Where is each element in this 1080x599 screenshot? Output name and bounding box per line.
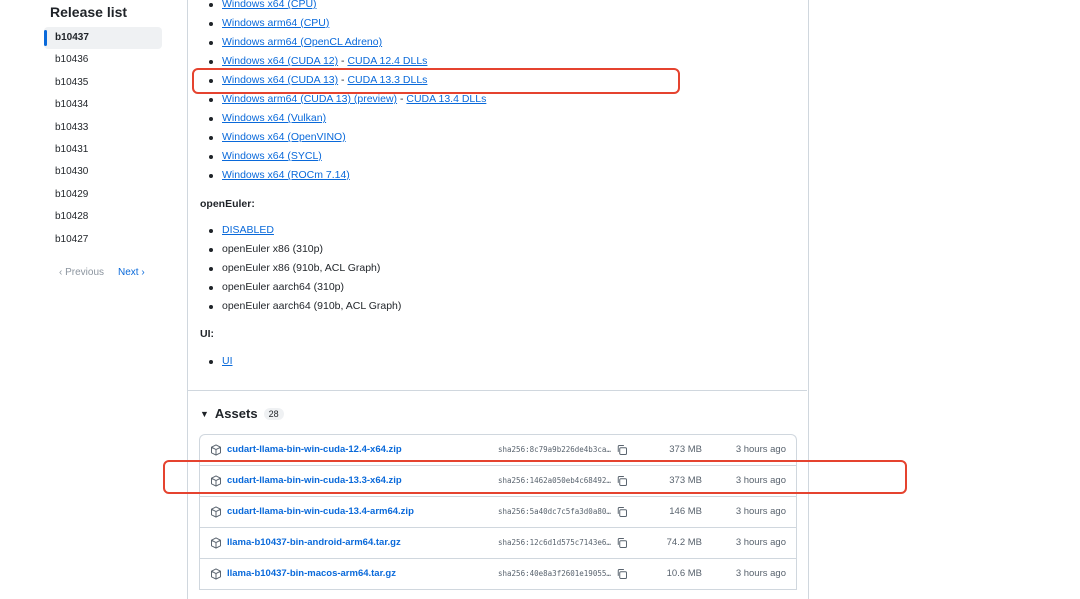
table-row: cudart-llama-bin-win-cuda-12.4-x64.zip sh…	[200, 435, 796, 466]
asset-download-link[interactable]: llama-b10437-bin-macos-arm64.tar.gz	[227, 568, 396, 579]
list-item: Windows x64 (OpenVINO)	[209, 128, 486, 147]
dll-link[interactable]: CUDA 12.4 DLLs	[347, 55, 427, 67]
asset-size: 146 MB	[669, 506, 702, 517]
asset-timestamp: 3 hours ago	[735, 506, 786, 517]
asset-timestamp: 3 hours ago	[735, 444, 786, 455]
download-link[interactable]: Windows x64 (CUDA 12)	[222, 55, 338, 67]
list-item: UI	[209, 352, 233, 371]
list-item: Windows x64 (CPU)	[209, 0, 486, 14]
download-link[interactable]: Windows x64 (SYCL)	[222, 150, 322, 162]
asset-size: 10.6 MB	[666, 568, 702, 579]
copy-icon[interactable]	[616, 568, 628, 580]
windows-downloads-list: Windows x64 (CPU) Windows arm64 (CPU) Wind…	[209, 0, 486, 185]
next-button[interactable]: Next ›	[118, 267, 145, 278]
copy-icon[interactable]	[616, 537, 628, 549]
list-item: Windows x64 (Vulkan)	[209, 109, 486, 128]
download-link[interactable]: Windows arm64 (CUDA 13) (preview)	[222, 93, 397, 105]
release-list: b10437 b10436 b10435 b10434 b10433 b10431 b104…	[44, 27, 162, 251]
list-item: Windows x64 (CUDA 13) - CUDA 13.3 DLLs	[209, 71, 486, 90]
asset-timestamp: 3 hours ago	[735, 537, 786, 548]
copy-icon[interactable]	[616, 506, 628, 518]
download-link[interactable]: Windows arm64 (CPU)	[222, 17, 329, 29]
download-link[interactable]: Windows arm64 (OpenCL Adreno)	[222, 36, 382, 48]
asset-sha256: sha256:1462a050eb4c68492…	[498, 476, 611, 485]
release-item-b10433[interactable]: b10433	[44, 117, 162, 139]
release-item-b10436[interactable]: b10436	[44, 49, 162, 71]
download-link[interactable]: Windows x64 (CUDA 13)	[222, 74, 338, 86]
disabled-link[interactable]: DISABLED	[222, 224, 274, 236]
list-item: openEuler aarch64 (910b, ACL Graph)	[209, 297, 401, 316]
asset-sha256: sha256:40e8a3f2601e19055…	[498, 569, 611, 578]
openeuler-heading: openEuler:	[200, 198, 255, 210]
list-item: Windows x64 (SYCL)	[209, 147, 486, 166]
pagination: ‹ Previous Next ›	[59, 267, 145, 278]
assets-title: Assets	[214, 406, 258, 421]
release-item-b10429[interactable]: b10429	[44, 184, 162, 206]
list-item: Windows x64 (ROCm 7.14)	[209, 166, 486, 185]
table-row: cudart-llama-bin-win-cuda-13.3-x64.zip sh…	[200, 466, 796, 497]
release-item-b10428[interactable]: b10428	[44, 206, 162, 228]
asset-size: 373 MB	[669, 444, 702, 455]
asset-download-link[interactable]: cudart-llama-bin-win-cuda-13.4-arm64.zip	[227, 506, 414, 517]
download-link[interactable]: Windows x64 (ROCm 7.14)	[222, 169, 350, 181]
asset-size: 373 MB	[669, 475, 702, 486]
asset-sha256: sha256:8c79a9b226de4b3ca…	[498, 445, 611, 454]
table-row: llama-b10437-bin-macos-arm64.tar.gz sha25…	[200, 559, 796, 590]
section-divider	[188, 390, 807, 391]
list-item: openEuler x86 (310p)	[209, 240, 401, 259]
assets-table: cudart-llama-bin-win-cuda-12.4-x64.zip sh…	[199, 434, 797, 590]
asset-timestamp: 3 hours ago	[735, 568, 786, 579]
previous-button[interactable]: ‹ Previous	[59, 267, 104, 278]
asset-size: 74.2 MB	[666, 537, 702, 548]
list-item: DISABLED	[209, 221, 401, 240]
release-sidebar: Release list b10437 b10436 b10435 b10434 b10…	[0, 0, 180, 589]
package-icon	[210, 475, 222, 487]
package-icon	[210, 506, 222, 518]
package-icon	[210, 537, 222, 549]
openeuler-list: DISABLED openEuler x86 (310p) openEuler x…	[209, 221, 401, 316]
asset-download-link[interactable]: cudart-llama-bin-win-cuda-13.3-x64.zip	[227, 475, 402, 486]
dll-link[interactable]: CUDA 13.4 DLLs	[406, 93, 486, 105]
release-item-b10427[interactable]: b10427	[44, 229, 162, 251]
copy-icon[interactable]	[616, 475, 628, 487]
download-link[interactable]: Windows x64 (Vulkan)	[222, 112, 326, 124]
ui-list: UI	[209, 352, 233, 371]
asset-sha256: sha256:5a40dc7c5fa3d0a80…	[498, 507, 611, 516]
release-item-b10437[interactable]: b10437	[44, 27, 162, 50]
asset-download-link[interactable]: llama-b10437-bin-android-arm64.tar.gz	[227, 537, 401, 548]
triangle-down-icon[interactable]: ▼	[200, 409, 209, 419]
download-link[interactable]: Windows x64 (OpenVINO)	[222, 131, 346, 143]
list-item: Windows x64 (CUDA 12) - CUDA 12.4 DLLs	[209, 52, 486, 71]
link-separator: -	[397, 93, 407, 105]
package-icon	[210, 444, 222, 456]
release-item-b10434[interactable]: b10434	[44, 94, 162, 116]
ui-heading: UI:	[200, 328, 214, 340]
asset-sha256: sha256:12c6d1d575c7143e6…	[498, 538, 611, 547]
release-item-b10431[interactable]: b10431	[44, 139, 162, 161]
dll-link[interactable]: CUDA 13.3 DLLs	[347, 74, 427, 86]
release-item-b10430[interactable]: b10430	[44, 161, 162, 183]
assets-count-badge: 28	[263, 407, 284, 420]
list-item: openEuler x86 (910b, ACL Graph)	[209, 259, 401, 278]
ui-link[interactable]: UI	[222, 355, 233, 367]
package-icon	[210, 568, 222, 580]
release-list-title: Release list	[50, 4, 128, 20]
list-item: Windows arm64 (OpenCL Adreno)	[209, 33, 486, 52]
table-row: cudart-llama-bin-win-cuda-13.4-arm64.zip…	[200, 497, 796, 528]
list-item: Windows arm64 (CUDA 13) (preview) - CUDA…	[209, 90, 486, 109]
asset-timestamp: 3 hours ago	[735, 475, 786, 486]
download-link[interactable]: Windows x64 (CPU)	[222, 0, 317, 10]
copy-icon[interactable]	[616, 444, 628, 456]
asset-download-link[interactable]: cudart-llama-bin-win-cuda-12.4-x64.zip	[227, 444, 402, 455]
assets-header[interactable]: ▼ Assets 28	[200, 406, 284, 421]
list-item: Windows arm64 (CPU)	[209, 14, 486, 33]
list-item: openEuler aarch64 (310p)	[209, 278, 401, 297]
release-item-b10435[interactable]: b10435	[44, 72, 162, 94]
table-row: llama-b10437-bin-android-arm64.tar.gz sha…	[200, 528, 796, 559]
